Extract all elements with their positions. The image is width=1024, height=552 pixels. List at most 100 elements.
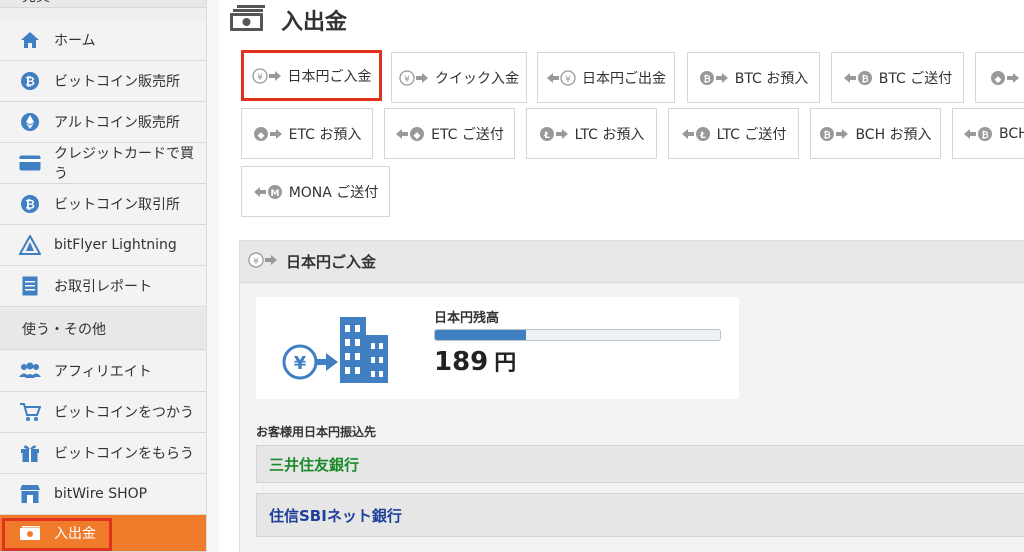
btc-send-button[interactable]: ₿ BTC ご送付 — [831, 52, 964, 103]
svg-text:¥: ¥ — [565, 75, 571, 85]
mona-out-icon: M — [253, 184, 283, 200]
home-icon — [18, 28, 42, 52]
svg-text:M: M — [270, 189, 279, 199]
btc-deposit-button[interactable]: ₿ BTC お預入 — [687, 52, 820, 103]
ltc-send-button[interactable]: Ł LTC ご送付 — [668, 108, 799, 159]
button-label: クイック入金 — [435, 70, 519, 87]
bank-deposit-illustration-icon: ¥ — [282, 315, 392, 389]
lightning-icon — [18, 233, 42, 257]
yen-withdraw-button[interactable]: ¥ 日本円ご出金 — [537, 52, 675, 103]
page-title: 入出金 — [229, 2, 347, 38]
yen-in-icon: ¥ — [399, 69, 429, 86]
sidebar-item-label: ビットコイン取引所 — [54, 197, 180, 213]
sidebar-section-other: 使う・その他 — [0, 308, 206, 350]
sidebar-item-lightning[interactable]: bitFlyer Lightning — [0, 225, 206, 266]
balance-label: 日本円残高 — [434, 311, 500, 326]
sidebar-item-home[interactable]: ホーム — [0, 20, 206, 61]
active-item-highlight — [2, 518, 112, 551]
ltc-deposit-button[interactable]: Ł LTC お預入 — [526, 108, 657, 159]
etc-send-button[interactable]: ◆ ETC ご送付 — [384, 108, 515, 159]
sidebar-item-label: アルトコイン販売所 — [54, 115, 180, 131]
eth-deposit-button[interactable]: ◆ E — [975, 52, 1024, 103]
svg-text:₿: ₿ — [25, 198, 35, 212]
bank-name: 三井住友銀行 — [269, 455, 360, 474]
balance-card: ¥ 日本円残高 189 円 — [256, 297, 739, 399]
yen-in-icon: ¥ — [248, 251, 278, 272]
sidebar-item-label: bitFlyer Lightning — [54, 237, 177, 253]
bch-in-icon: ₿ — [819, 126, 849, 142]
coin-in-icon: ◆ — [990, 70, 1020, 86]
sidebar-item-label: ビットコインをもらう — [54, 446, 194, 462]
button-label: ETC お預入 — [288, 126, 362, 143]
sidebar-item-label: アフィリエイト — [54, 364, 152, 380]
svg-text:◆: ◆ — [995, 75, 1002, 85]
sidebar-item-credit-card[interactable]: クレジットカードで買う — [0, 143, 206, 184]
button-label: BCH お預入 — [855, 126, 932, 143]
balance-amount: 189 円 — [434, 345, 516, 377]
svg-text:¥: ¥ — [294, 353, 307, 374]
svg-text:Ł: Ł — [543, 131, 550, 141]
bitcoin-icon: ₿ — [18, 192, 42, 216]
svg-text:₿: ₿ — [861, 74, 868, 85]
sidebar-section-label: 売買 — [22, 0, 50, 6]
main-content: 入出金 ¥ 日本円ご入金 ¥ クイック入金 ¥ 日本円ご出金 ₿ BTC お預入 — [219, 0, 1024, 552]
svg-text:Ł: Ł — [699, 131, 706, 141]
page-title-text: 入出金 — [281, 10, 348, 35]
etc-in-icon: ◆ — [253, 126, 283, 142]
quick-deposit-button[interactable]: ¥ クイック入金 — [391, 52, 527, 103]
report-icon — [18, 274, 42, 298]
svg-text:◆: ◆ — [414, 131, 421, 141]
yen-in-icon: ¥ — [251, 67, 282, 84]
etc-deposit-button[interactable]: ◆ ETC お預入 — [241, 108, 373, 159]
svg-text:₿: ₿ — [981, 130, 988, 141]
sidebar-item-label: お取引レポート — [54, 279, 152, 295]
ethereum-icon — [18, 110, 42, 134]
button-label: BTC お預入 — [734, 70, 809, 87]
sidebar-item-use-bitcoin[interactable]: ビットコインをつかう — [0, 392, 206, 433]
button-label: 日本円ご出金 — [582, 70, 666, 87]
svg-text:₿: ₿ — [824, 130, 831, 141]
sidebar-item-get-bitcoin[interactable]: ビットコインをもらう — [0, 433, 206, 474]
panel-header: ¥ 日本円ご入金 — [240, 241, 1024, 283]
shop-icon — [18, 482, 42, 506]
panel-title: 日本円ご入金 — [286, 253, 377, 271]
svg-text:¥: ¥ — [257, 73, 263, 83]
svg-text:₿: ₿ — [703, 74, 710, 85]
bch-send-button[interactable]: ₿ BCH — [952, 108, 1024, 159]
users-icon — [18, 359, 42, 383]
sidebar-item-bitcoin-exchange[interactable]: ₿ ビットコイン取引所 — [0, 184, 206, 225]
button-label: ETC ご送付 — [431, 126, 504, 143]
destination-label: お客様用日本円振込先 — [256, 425, 377, 439]
mona-send-button[interactable]: M MONA ご送付 — [241, 166, 390, 217]
ltc-out-icon: Ł — [681, 126, 711, 142]
yen-deposit-panel: ¥ 日本円ご入金 ¥ 日本円残高 189 円 お客様用日本円振込先 三井住友銀行… — [239, 240, 1024, 552]
bank-row-sbi[interactable]: 住信SBIネット銀行 — [256, 493, 1024, 537]
bank-name: 住信SBIネット銀行 — [269, 506, 402, 525]
sidebar-item-label: ビットコイン販売所 — [54, 74, 180, 90]
balance-unit: 円 — [494, 351, 517, 376]
btc-out-icon: ₿ — [843, 70, 873, 86]
bitcoin-icon: ₿ — [18, 69, 42, 93]
sidebar-section-trade: 売買 — [0, 0, 206, 8]
bank-row-smbc[interactable]: 三井住友銀行 — [256, 445, 1024, 483]
sidebar-item-bitwire-shop[interactable]: bitWire SHOP — [0, 474, 206, 515]
sidebar-item-report[interactable]: お取引レポート — [0, 266, 206, 307]
yen-deposit-button[interactable]: ¥ 日本円ご入金 — [241, 50, 382, 101]
app-root: 売買 ホーム ₿ ビットコイン販売所 アルトコイン販売所 クレジットカードで買う — [0, 0, 1024, 552]
etc-out-icon: ◆ — [395, 126, 425, 142]
sidebar-section-label: 使う・その他 — [22, 321, 106, 338]
btc-in-icon: ₿ — [699, 70, 729, 86]
button-label: LTC お預入 — [574, 126, 645, 143]
gift-icon — [18, 441, 42, 465]
sidebar-item-affiliate[interactable]: アフィリエイト — [0, 351, 206, 392]
ltc-in-icon: Ł — [539, 126, 569, 142]
bch-deposit-button[interactable]: ₿ BCH お預入 — [810, 108, 941, 159]
credit-card-icon — [18, 151, 42, 175]
svg-text:◆: ◆ — [257, 131, 264, 141]
button-label: BCH — [999, 125, 1024, 142]
sidebar-item-label: bitWire SHOP — [54, 486, 148, 502]
balance-bar — [434, 329, 721, 341]
sidebar-item-altcoin-shop[interactable]: アルトコイン販売所 — [0, 102, 206, 143]
button-label: BTC ご送付 — [878, 70, 953, 87]
sidebar-item-bitcoin-shop[interactable]: ₿ ビットコイン販売所 — [0, 61, 206, 102]
